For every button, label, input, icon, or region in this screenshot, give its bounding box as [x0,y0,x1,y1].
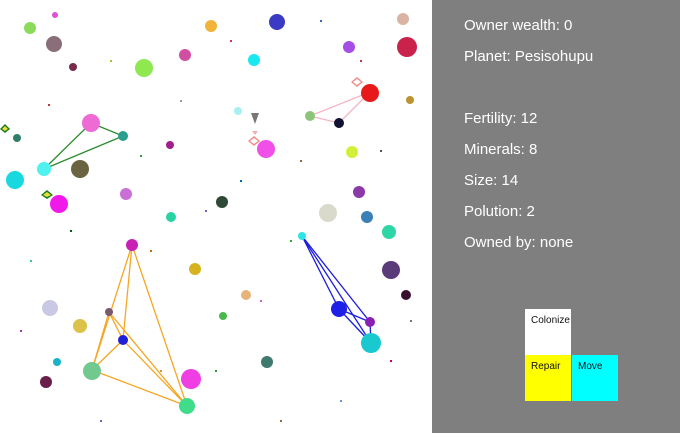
planet [135,59,153,77]
planet-info-panel: Owner wealth: 0 Planet: Pesisohupu Ferti… [432,0,680,433]
planet [346,146,358,158]
planet [118,131,128,141]
planet [331,301,347,317]
ship-icon [0,124,10,133]
ship-icon [351,77,363,87]
planet [401,290,411,300]
fertility-stat: Fertility: 12 [464,110,538,127]
owned-by-stat: Owned by: none [464,234,574,251]
move-button[interactable]: Move [572,355,618,401]
planet [69,63,77,71]
galaxy-map-canvas[interactable] [0,0,432,433]
planet [53,358,61,366]
planet [82,114,100,132]
planet [219,312,227,320]
planet [406,96,414,104]
planet [52,12,58,18]
planet [257,140,275,158]
planet [361,84,379,102]
planet [216,196,228,208]
planet [37,162,51,176]
planet [83,362,101,380]
planet [179,49,191,61]
planet [73,319,87,333]
colonize-button[interactable]: Colonize [525,309,571,355]
planet [46,36,62,52]
planet [305,111,315,121]
planet [166,212,176,222]
planet [234,107,242,115]
planet [261,356,273,368]
ship-icon [248,136,260,146]
planet [241,290,251,300]
planet [365,317,375,327]
planet [382,225,396,239]
repair-button[interactable]: Repair [525,355,571,401]
planet [298,232,306,240]
planet [181,369,201,389]
planet [397,13,409,25]
planet [319,204,337,222]
planet [334,118,344,128]
planet [13,134,21,142]
planet [205,20,217,32]
ships[interactable] [0,77,363,199]
planet [361,333,381,353]
planet [24,22,36,34]
planet [126,239,138,251]
planet [166,141,174,149]
ship-icon [41,190,53,199]
planet [105,308,113,316]
planet [353,186,365,198]
owner-wealth: Owner wealth: 0 [464,17,573,34]
trade-route-blue [301,235,372,344]
planet [6,171,24,189]
pollution-stat: Polution: 2 [464,203,535,220]
planet [397,37,417,57]
size-stat: Size: 14 [464,172,519,189]
ship-icon [252,131,258,135]
planet [361,211,373,223]
planet [50,195,68,213]
planet [179,398,195,414]
planet [189,263,201,275]
planet [382,261,400,279]
galaxy-map[interactable] [0,0,432,433]
planet [269,14,285,30]
trade-routes [43,91,372,407]
minerals-stat: Minerals: 8 [464,141,538,158]
trade-route-orange [91,244,188,407]
planet-name: Planet: Pesisohupu [464,48,594,65]
planet [40,376,52,388]
planet [71,160,89,178]
planets[interactable] [6,12,417,414]
planet [248,54,260,66]
planet [42,300,58,316]
ship-icon [251,113,259,124]
planet [120,188,132,200]
planet [118,335,128,345]
planet [343,41,355,53]
